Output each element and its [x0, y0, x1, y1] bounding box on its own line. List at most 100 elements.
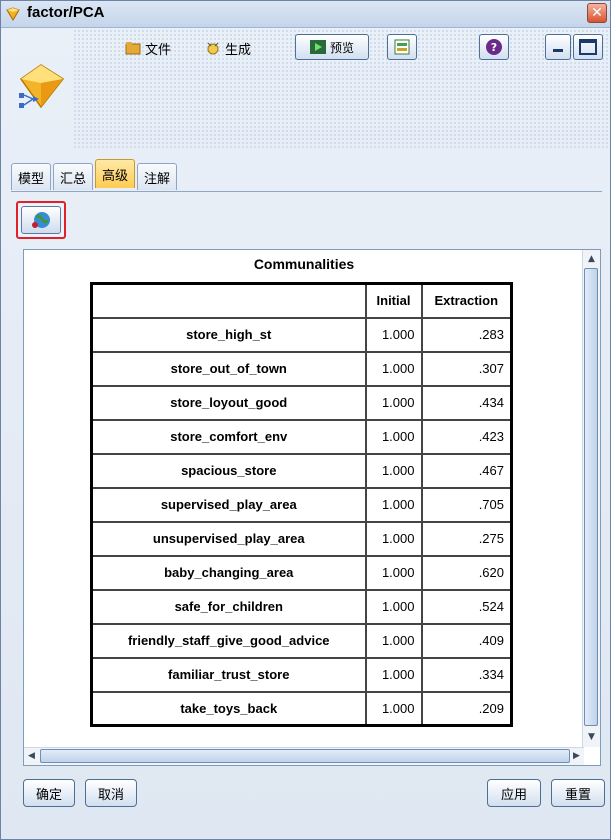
variable-name: safe_for_children — [90, 588, 367, 625]
ok-button[interactable]: 确定 — [23, 779, 75, 807]
scroll-right-icon[interactable]: ▶ — [569, 748, 584, 764]
extraction-value: .283 — [420, 316, 513, 353]
tab-bar: 模型 汇总 高级 注解 — [11, 159, 178, 191]
close-button[interactable]: ✕ — [587, 3, 607, 23]
extraction-value: .275 — [420, 520, 513, 557]
reset-label: 重置 — [564, 787, 591, 803]
output-viewer: Communalities Initial Extraction store_h… — [23, 249, 601, 766]
apply-button[interactable]: 应用 — [487, 779, 541, 807]
preview-button[interactable]: 预览 — [295, 34, 369, 60]
play-icon — [309, 40, 326, 54]
initial-value: 1.000 — [364, 554, 423, 591]
table-row: store_out_of_town 1.000.307 — [90, 350, 513, 387]
reset-button[interactable]: 重置 — [551, 779, 605, 807]
tab-summary[interactable]: 汇总 — [53, 163, 94, 190]
file-menu-label: 文件 — [145, 42, 172, 58]
header-row: Initial Extraction — [90, 282, 513, 319]
initial-value: 1.000 — [364, 520, 423, 557]
table-row: supervised_play_area 1.000.705 — [90, 486, 513, 523]
grid-button[interactable] — [387, 34, 417, 60]
close-icon: ✕ — [591, 5, 603, 21]
horizontal-scrollbar[interactable]: ◀ ▶ — [24, 747, 584, 765]
folder-icon — [125, 42, 141, 55]
apply-label: 应用 — [500, 787, 527, 803]
table-row: safe_for_children 1.000.524 — [90, 588, 513, 625]
vertical-scroll-thumb[interactable] — [584, 268, 598, 726]
table-row: friendly_staff_give_good_advice 1.000.409 — [90, 622, 513, 659]
variable-name: store_loyout_good — [90, 384, 367, 421]
header-empty — [90, 282, 367, 319]
initial-value: 1.000 — [364, 486, 423, 523]
help-icon: ? — [486, 39, 502, 55]
table-row: take_toys_back 1.000.209 — [90, 690, 513, 727]
tab-annotations[interactable]: 注解 — [137, 163, 178, 190]
initial-value: 1.000 — [364, 384, 423, 421]
table-row: familiar_trust_store 1.000.334 — [90, 656, 513, 693]
variable-name: store_out_of_town — [90, 350, 367, 387]
title-bar: factor/PCA ✕ — [1, 1, 610, 28]
horizontal-scroll-thumb[interactable] — [40, 749, 570, 763]
help-button[interactable]: ? — [479, 34, 509, 60]
cancel-button[interactable]: 取消 — [85, 779, 137, 807]
minimize-icon — [553, 48, 563, 52]
extraction-value: .209 — [420, 690, 513, 727]
scroll-up-icon[interactable]: ▲ — [584, 251, 599, 267]
minimize-button[interactable] — [545, 34, 571, 60]
factor-node-icon — [19, 64, 65, 109]
variable-name: familiar_trust_store — [90, 656, 367, 693]
variable-name: friendly_staff_give_good_advice — [90, 622, 367, 659]
maximize-icon — [579, 39, 597, 55]
variable-name: baby_changing_area — [90, 554, 367, 591]
variable-name: spacious_store — [90, 452, 367, 489]
variable-name: store_comfort_env — [90, 418, 367, 455]
initial-value: 1.000 — [364, 656, 423, 693]
initial-value: 1.000 — [364, 588, 423, 625]
tab-label: 高级 — [102, 168, 129, 184]
header-extraction: Extraction — [420, 282, 513, 319]
launch-viewer-highlight — [16, 201, 66, 239]
cancel-label: 取消 — [97, 787, 124, 803]
variable-name: supervised_play_area — [90, 486, 367, 523]
maximize-button[interactable] — [573, 34, 603, 60]
scroll-left-icon[interactable]: ◀ — [24, 748, 39, 764]
initial-value: 1.000 — [364, 350, 423, 387]
model-window: factor/PCA ✕ 文件 生成 预览 ? 模型 汇总 高级 注解 Comm… — [0, 0, 611, 840]
tab-divider — [11, 191, 602, 192]
extraction-value: .434 — [420, 384, 513, 421]
vertical-scrollbar[interactable]: ▲ ▼ — [582, 250, 600, 747]
table-row: store_comfort_env 1.000.423 — [90, 418, 513, 455]
launch-output-viewer-button[interactable] — [21, 206, 61, 234]
initial-value: 1.000 — [364, 316, 423, 353]
initial-value: 1.000 — [364, 418, 423, 455]
table-row: store_loyout_good 1.000.434 — [90, 384, 513, 421]
tab-model[interactable]: 模型 — [11, 163, 52, 190]
extraction-value: .334 — [420, 656, 513, 693]
generate-menu[interactable]: 生成 — [205, 36, 251, 60]
extraction-value: .409 — [420, 622, 513, 659]
variable-name: store_high_st — [90, 316, 367, 353]
extraction-value: .307 — [420, 350, 513, 387]
model-nugget-icon — [6, 7, 20, 21]
initial-value: 1.000 — [364, 622, 423, 659]
tab-advanced[interactable]: 高级 — [95, 159, 136, 188]
extraction-value: .524 — [420, 588, 513, 625]
initial-value: 1.000 — [364, 452, 423, 489]
extraction-value: .620 — [420, 554, 513, 591]
scroll-down-icon[interactable]: ▼ — [584, 729, 599, 745]
preview-label: 预览 — [329, 40, 354, 55]
table-row: store_high_st 1.000.283 — [90, 316, 513, 353]
table-row: unsupervised_play_area 1.000.275 — [90, 520, 513, 557]
ok-label: 确定 — [35, 787, 62, 803]
extraction-value: .705 — [420, 486, 513, 523]
globe-icon — [32, 212, 50, 228]
svg-text:?: ? — [491, 41, 497, 54]
table-row: baby_changing_area 1.000.620 — [90, 554, 513, 591]
variable-name: unsupervised_play_area — [90, 520, 367, 557]
file-menu[interactable]: 文件 — [125, 36, 171, 60]
generate-menu-label: 生成 — [225, 42, 252, 58]
generate-icon — [207, 42, 219, 55]
initial-value: 1.000 — [364, 690, 423, 727]
table-row: spacious_store 1.000.467 — [90, 452, 513, 489]
tab-label: 模型 — [18, 171, 45, 187]
table-grid-icon — [394, 39, 410, 55]
